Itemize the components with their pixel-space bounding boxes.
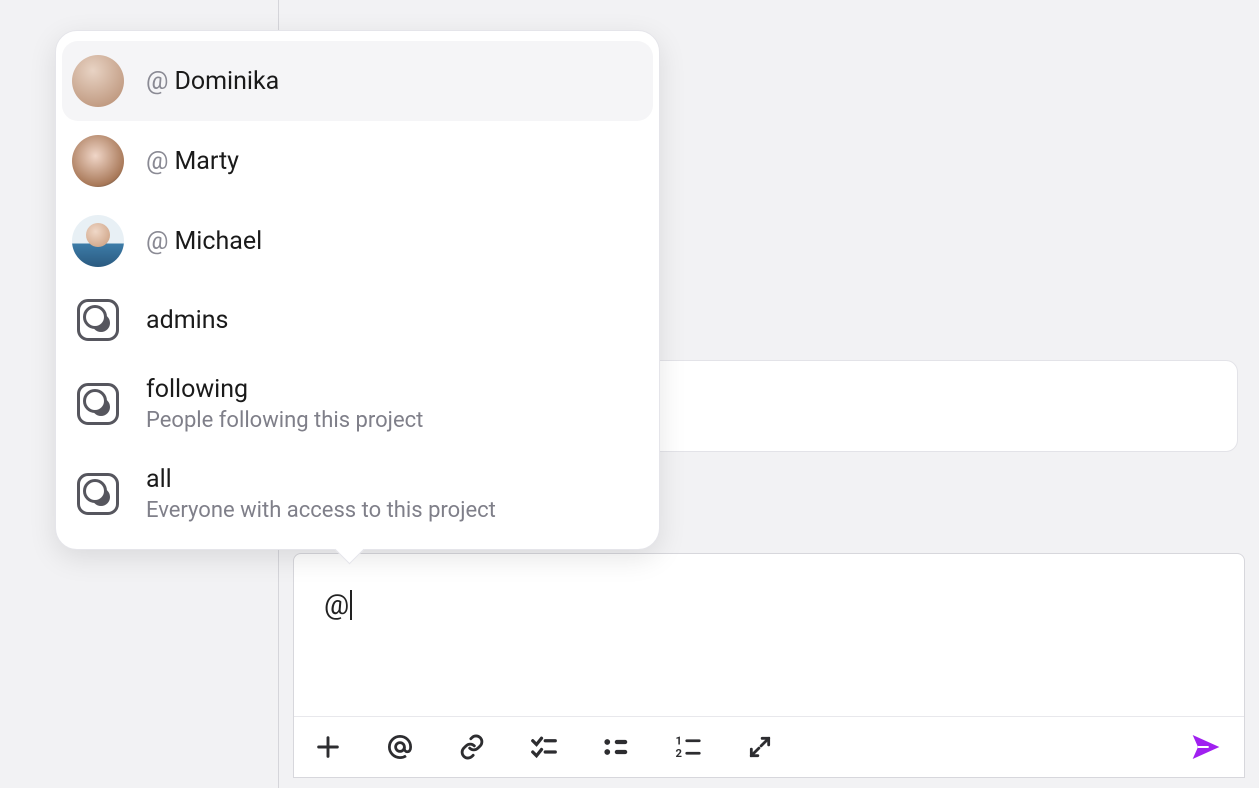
mention-name-text: Marty — [174, 147, 239, 176]
numbered-list-button[interactable]: 12 — [672, 731, 704, 763]
mention-label: following People following this project — [146, 375, 423, 433]
checklist-icon — [529, 732, 559, 762]
attach-button[interactable] — [456, 731, 488, 763]
plus-icon — [314, 733, 342, 761]
mention-item-person[interactable]: @ Marty — [56, 121, 659, 201]
mention-item-person[interactable]: @ Michael — [56, 201, 659, 281]
composer-toolbar: 12 — [294, 716, 1244, 777]
group-icon — [77, 383, 119, 425]
background-card — [648, 360, 1238, 452]
link-icon — [458, 733, 486, 761]
send-icon — [1190, 729, 1222, 765]
mention-name-text: following — [146, 375, 248, 404]
mention-button[interactable] — [384, 731, 416, 763]
composer-input-text: @ — [324, 588, 349, 621]
expand-button[interactable] — [744, 731, 776, 763]
mention-name-text: Dominika — [174, 67, 279, 96]
mention-name-text: all — [146, 465, 172, 494]
mention-item-group[interactable]: following People following this project — [56, 359, 659, 449]
mention-label: all Everyone with access to this project — [146, 465, 496, 523]
mention-name-text: Michael — [174, 227, 262, 256]
at-symbol: @ — [146, 227, 168, 256]
send-button[interactable] — [1190, 731, 1222, 763]
svg-text:2: 2 — [676, 747, 683, 760]
avatar — [72, 135, 124, 187]
numbered-list-icon: 12 — [673, 732, 703, 762]
bullet-list-icon — [601, 732, 631, 762]
mention-description: Everyone with access to this project — [146, 498, 496, 523]
text-cursor — [350, 590, 352, 620]
mention-description: People following this project — [146, 408, 423, 433]
at-symbol: @ — [146, 67, 168, 96]
mention-name-text: admins — [146, 306, 228, 335]
mention-popup: @ Dominika @ Marty @ Michael admins — [55, 30, 660, 550]
at-symbol: @ — [146, 147, 168, 176]
at-icon — [385, 732, 415, 762]
message-composer: @ 12 — [293, 553, 1245, 778]
svg-text:1: 1 — [676, 735, 682, 748]
mention-item-group[interactable]: all Everyone with access to this project — [56, 449, 659, 539]
group-icon — [77, 473, 119, 515]
avatar — [72, 55, 124, 107]
composer-input[interactable]: @ — [294, 554, 1244, 716]
mention-item-group[interactable]: admins — [56, 281, 659, 359]
group-icon — [77, 299, 119, 341]
mention-label: @ Dominika — [146, 67, 279, 96]
mention-label: admins — [146, 306, 228, 335]
add-button[interactable] — [312, 731, 344, 763]
mention-label: @ Marty — [146, 147, 239, 176]
bullet-list-button[interactable] — [600, 731, 632, 763]
mention-item-person[interactable]: @ Dominika — [62, 41, 653, 121]
mention-label: @ Michael — [146, 227, 262, 256]
avatar — [72, 215, 124, 267]
expand-icon — [747, 734, 773, 760]
checklist-button[interactable] — [528, 731, 560, 763]
